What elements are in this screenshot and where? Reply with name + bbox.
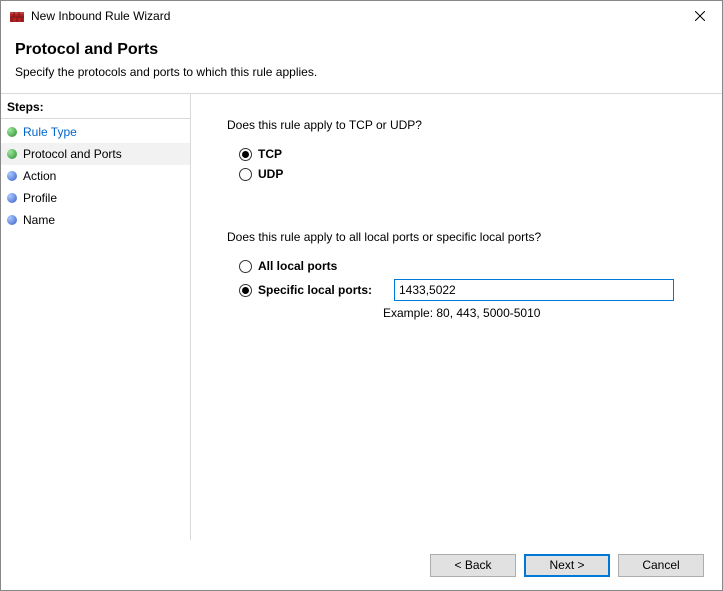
ports-question: Does this rule apply to all local ports … xyxy=(227,230,696,244)
step-bullet-icon xyxy=(7,171,17,181)
radio-label: Specific local ports: xyxy=(258,283,388,297)
step-rule-type[interactable]: Rule Type xyxy=(1,121,190,143)
step-name[interactable]: Name xyxy=(1,209,190,231)
radio-icon xyxy=(239,168,252,181)
radio-icon xyxy=(239,284,252,297)
titlebar: New Inbound Rule Wizard xyxy=(1,1,722,31)
firewall-icon xyxy=(9,8,25,24)
page-title: Protocol and Ports xyxy=(15,41,708,59)
radio-icon xyxy=(239,148,252,161)
radio-specific-local-ports[interactable]: Specific local ports: xyxy=(227,276,696,304)
window-title: New Inbound Rule Wizard xyxy=(31,9,678,23)
back-button[interactable]: < Back xyxy=(430,554,516,577)
step-label: Profile xyxy=(23,191,57,205)
close-icon xyxy=(695,11,705,21)
radio-label: TCP xyxy=(258,147,282,161)
radio-tcp[interactable]: TCP xyxy=(227,144,696,164)
step-bullet-icon xyxy=(7,149,17,159)
wizard-header: Protocol and Ports Specify the protocols… xyxy=(1,31,722,94)
specific-ports-input[interactable] xyxy=(394,279,674,301)
radio-udp[interactable]: UDP xyxy=(227,164,696,184)
wizard-footer: < Back Next > Cancel xyxy=(1,540,722,590)
wizard-window: New Inbound Rule Wizard Protocol and Por… xyxy=(0,0,723,591)
step-label: Action xyxy=(23,169,56,183)
radio-icon xyxy=(239,260,252,273)
wizard-body: Steps: Rule Type Protocol and Ports Acti… xyxy=(1,94,722,540)
close-button[interactable] xyxy=(678,1,722,31)
step-label: Protocol and Ports xyxy=(23,147,122,161)
step-bullet-icon xyxy=(7,193,17,203)
cancel-button[interactable]: Cancel xyxy=(618,554,704,577)
step-label: Rule Type xyxy=(23,125,77,139)
wizard-content: Does this rule apply to TCP or UDP? TCP … xyxy=(191,94,722,540)
step-bullet-icon xyxy=(7,215,17,225)
step-label: Name xyxy=(23,213,55,227)
step-profile[interactable]: Profile xyxy=(1,187,190,209)
step-protocol-and-ports[interactable]: Protocol and Ports xyxy=(1,143,190,165)
next-button[interactable]: Next > xyxy=(524,554,610,577)
steps-heading: Steps: xyxy=(1,98,190,119)
step-action[interactable]: Action xyxy=(1,165,190,187)
page-subtitle: Specify the protocols and ports to which… xyxy=(15,65,708,79)
radio-label: All local ports xyxy=(258,259,337,273)
ports-example-text: Example: 80, 443, 5000-5010 xyxy=(383,306,696,320)
steps-sidebar: Steps: Rule Type Protocol and Ports Acti… xyxy=(1,94,191,540)
step-bullet-icon xyxy=(7,127,17,137)
protocol-question: Does this rule apply to TCP or UDP? xyxy=(227,118,696,132)
radio-all-local-ports[interactable]: All local ports xyxy=(227,256,696,276)
radio-label: UDP xyxy=(258,167,283,181)
